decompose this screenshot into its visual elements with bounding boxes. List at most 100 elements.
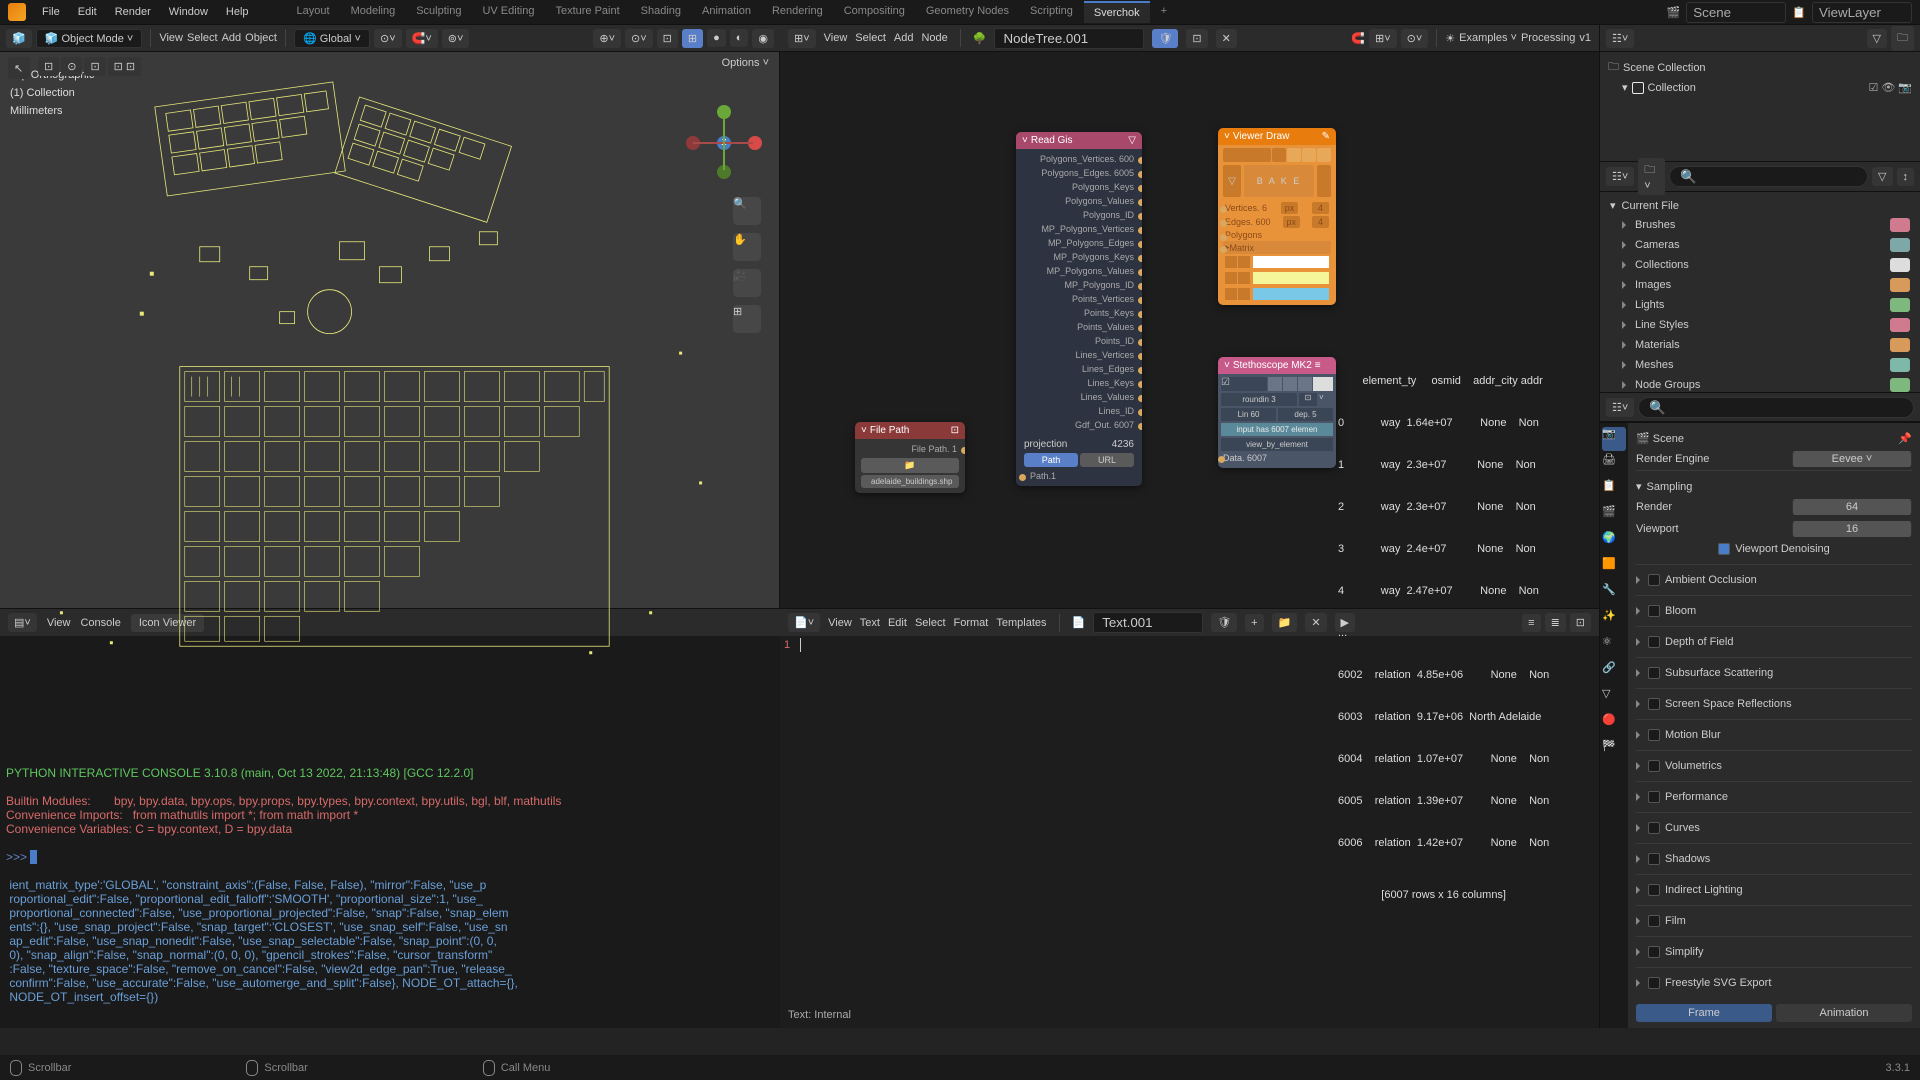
bake-button[interactable]: B A K E	[1244, 165, 1314, 197]
ws-layout[interactable]: Layout	[287, 1, 340, 23]
asset-item[interactable]: Cameras	[1604, 235, 1916, 255]
ws-animation[interactable]: Animation	[692, 1, 761, 23]
text-text-menu[interactable]: Text	[860, 617, 880, 629]
assets-list[interactable]: ▾ Current File BrushesCamerasCollections…	[1600, 192, 1920, 392]
visibility-toggle[interactable]: 👁	[1881, 81, 1895, 94]
prop-section-header[interactable]: Curves	[1636, 819, 1912, 837]
prop-section-header[interactable]: Volumetrics	[1636, 757, 1912, 775]
assets-filter-icon[interactable]: ▽	[1872, 167, 1892, 186]
menu-window[interactable]: Window	[161, 3, 216, 21]
render-samples[interactable]: 64	[1792, 499, 1912, 515]
datablock-type[interactable]: ☷˅	[1606, 398, 1634, 417]
prop-section-header[interactable]: Indirect Lighting	[1636, 881, 1912, 899]
asset-item[interactable]: Brushes	[1604, 215, 1916, 235]
assets-search-input[interactable]	[1669, 166, 1868, 187]
snap-icon[interactable]: 🧲	[1351, 32, 1365, 45]
select-menu[interactable]: Select	[187, 32, 218, 44]
current-file-row[interactable]: ▾ Current File	[1604, 196, 1916, 215]
outliner-filter[interactable]: ▽	[1867, 29, 1887, 48]
asset-item[interactable]: Meshes	[1604, 355, 1916, 375]
node-filepath[interactable]: ˅ File Path⊡ File Path. 1 📁 adelaide_bui…	[855, 422, 965, 493]
xray-toggle[interactable]: ⊡	[657, 29, 678, 48]
ws-compositing[interactable]: Compositing	[834, 1, 915, 23]
3d-viewport[interactable]: Options ˅ Top Orthographic (1) Collectio…	[0, 52, 780, 608]
menu-render[interactable]: Render	[107, 3, 159, 21]
pin-icon[interactable]: 📌	[1898, 432, 1912, 445]
scene-collection-row[interactable]: 🗀 Scene Collection	[1604, 56, 1916, 79]
orientation-selector[interactable]: 🌐 Global ˅	[294, 29, 370, 48]
view-menu[interactable]: View	[159, 32, 183, 44]
sv-icon[interactable]: ☀	[1445, 32, 1455, 45]
shading-rendered[interactable]: ◉	[752, 29, 774, 48]
text-open[interactable]: 📁	[1272, 613, 1298, 632]
exclude-toggle[interactable]: ☑	[1868, 81, 1878, 94]
world-tab-icon[interactable]: 🌍	[1602, 531, 1626, 555]
ws-sverchok[interactable]: Sverchok	[1084, 1, 1150, 23]
ws-shading[interactable]: Shading	[631, 1, 691, 23]
prop-section-header[interactable]: Bloom	[1636, 602, 1912, 620]
node-viewer-draw[interactable]: ˅ Viewer Draw✎ ▽ B A K E	[1218, 128, 1336, 305]
scene-input[interactable]	[1686, 2, 1786, 23]
texture-tab-icon[interactable]: 🏁	[1602, 739, 1626, 763]
ws-modeling[interactable]: Modeling	[341, 1, 406, 23]
text-view-menu[interactable]: View	[828, 617, 852, 629]
examples-dropdown[interactable]: Examples ˅	[1459, 32, 1517, 44]
text-unlink[interactable]: ✕	[1305, 613, 1326, 632]
text-new[interactable]: +	[1245, 614, 1263, 632]
text-templates-menu[interactable]: Templates	[996, 617, 1046, 629]
node-stethoscope[interactable]: ˅ Stethoscope MK2 ≡ ☑ roundin 3 ⊡ ˅	[1218, 357, 1336, 468]
ws-scripting[interactable]: Scripting	[1020, 1, 1083, 23]
add-menu[interactable]: Add	[222, 32, 242, 44]
outliner[interactable]: 🗀 Scene Collection ▾ Collection ☑ 👁 📷	[1600, 52, 1920, 162]
assets-display-mode[interactable]: ☷˅	[1606, 167, 1634, 186]
outliner-new-collection[interactable]: 🗀	[1891, 26, 1914, 51]
asset-item[interactable]: Collections	[1604, 255, 1916, 275]
text-name-input[interactable]	[1093, 612, 1203, 633]
assets-lib[interactable]: 🗀˅	[1638, 158, 1665, 195]
shading-material[interactable]: ◐	[730, 29, 749, 47]
text-body[interactable]: 1	[780, 636, 1599, 1006]
assets-sort-icon[interactable]: ↕	[1897, 168, 1915, 186]
viewport-samples[interactable]: 16	[1792, 521, 1912, 537]
snap-type[interactable]: ⊞˅	[1369, 29, 1397, 48]
object-tab-icon[interactable]: 🟧	[1602, 557, 1626, 581]
prop-section-header[interactable]: Performance	[1636, 788, 1912, 806]
node-node-menu[interactable]: Node	[921, 32, 947, 44]
ws-geonodes[interactable]: Geometry Nodes	[916, 1, 1019, 23]
asset-item[interactable]: Lights	[1604, 295, 1916, 315]
filepath-browse-btn[interactable]: 📁	[861, 458, 959, 473]
output-tab-icon[interactable]: 🖨	[1602, 453, 1626, 477]
scene-tab-icon[interactable]: 🎬	[1602, 505, 1626, 529]
ws-sculpting[interactable]: Sculpting	[406, 1, 471, 23]
ws-uv[interactable]: UV Editing	[472, 1, 544, 23]
pivot-btn[interactable]: ⊙˅	[374, 29, 402, 48]
node-readgis[interactable]: ˅ Read Gis▽ Polygons_Vertices. 600Polygo…	[1016, 132, 1142, 486]
overlay-toggle[interactable]: ⊙˅	[625, 29, 653, 48]
object-menu[interactable]: Object	[245, 32, 277, 44]
menu-edit[interactable]: Edit	[70, 3, 105, 21]
outliner-type[interactable]: ☷˅	[1606, 29, 1634, 48]
node-view-menu[interactable]: View	[824, 32, 848, 44]
constraints-tab-icon[interactable]: 🔗	[1602, 661, 1626, 685]
text-format-menu[interactable]: Format	[954, 617, 989, 629]
node-select-menu[interactable]: Select	[855, 32, 886, 44]
viewlayer-tab-icon[interactable]: 📋	[1602, 479, 1626, 503]
render-toggle[interactable]: 📷	[1898, 81, 1912, 94]
asset-item[interactable]: Node Groups	[1604, 375, 1916, 392]
datablock-search-input[interactable]	[1638, 397, 1914, 418]
blender-logo-icon[interactable]	[8, 3, 26, 21]
tab-path[interactable]: Path	[1024, 453, 1078, 467]
ws-texture[interactable]: Texture Paint	[545, 1, 629, 23]
render-engine-select[interactable]: Eevee ˅	[1792, 451, 1912, 467]
ws-add[interactable]: +	[1151, 1, 1177, 23]
data-tab-icon[interactable]: ▽	[1602, 687, 1626, 711]
prop-section-header[interactable]: Depth of Field	[1636, 633, 1912, 651]
prop-section-header[interactable]: Freestyle SVG Export	[1636, 974, 1912, 992]
node-editor-type[interactable]: ⊞˅	[788, 29, 816, 48]
render-frame-button[interactable]: Frame	[1636, 1004, 1772, 1022]
shading-solid[interactable]: ●	[707, 29, 726, 47]
menu-file[interactable]: File	[34, 3, 68, 21]
menu-help[interactable]: Help	[218, 3, 257, 21]
overlays-node[interactable]: ⊙˅	[1401, 29, 1429, 48]
stetho-toggle[interactable]: ☑	[1221, 377, 1267, 391]
